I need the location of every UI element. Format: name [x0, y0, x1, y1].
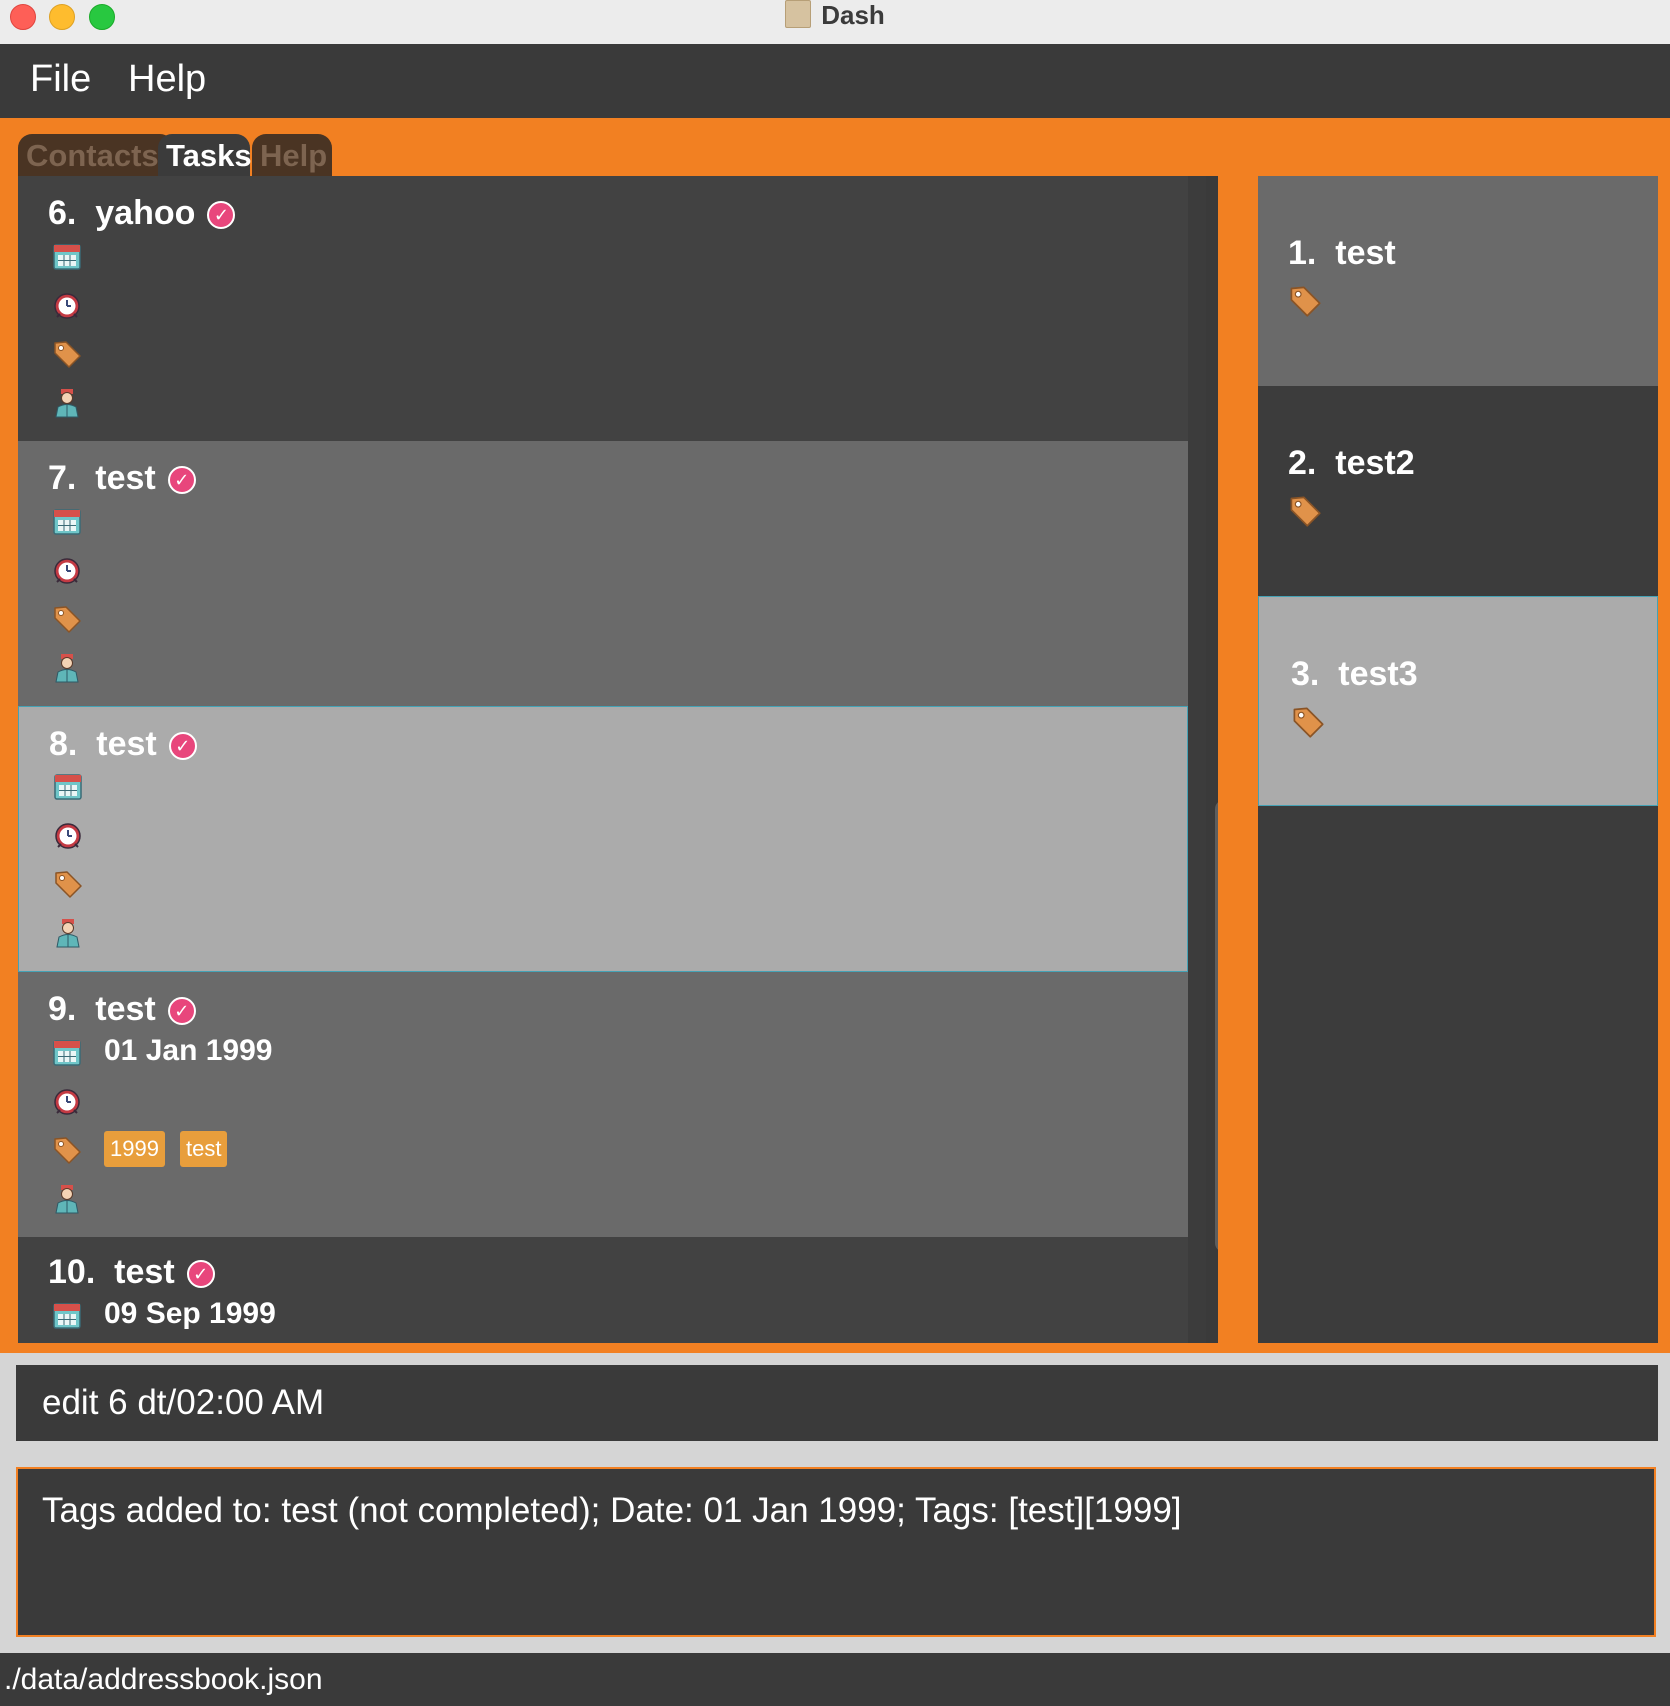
check-circle-icon: ✓: [207, 201, 236, 229]
tag-list-index: 3.: [1291, 655, 1320, 693]
task-name: test: [95, 459, 156, 497]
menu-help[interactable]: Help: [128, 58, 206, 101]
command-box: edit 6 dt/02:00 AM: [0, 1353, 1670, 1453]
person-icon: [53, 918, 83, 948]
task-card-10[interactable]: 10. test ✓ 09 Sep 1999: [18, 1237, 1188, 1343]
tag-chip: test: [180, 1131, 228, 1167]
alarm-clock-icon: [53, 820, 83, 850]
command-input-field[interactable]: edit 6 dt/02:00 AM: [16, 1365, 1658, 1441]
check-circle-icon: ✓: [167, 466, 196, 494]
check-circle-icon: ✓: [186, 1260, 215, 1288]
task-title: 10. test ✓: [48, 1253, 215, 1292]
task-name: test: [114, 1253, 175, 1291]
tag-list-title: 3. test3: [1291, 655, 1418, 694]
calendar-icon: [52, 241, 82, 271]
tag-list-item-2[interactable]: 2. test2: [1258, 386, 1658, 596]
result-display: Tags added to: test (not completed); Dat…: [0, 1453, 1670, 1653]
tag-list-panel: 1. test 2. test2 3. test3: [1258, 176, 1658, 1343]
tag-list-index: 1.: [1288, 234, 1317, 272]
tag-icon: [53, 869, 83, 899]
task-date: 09 Sep 1999: [104, 1297, 276, 1330]
task-title: 7. test ✓: [48, 459, 196, 498]
scrollbar-thumb[interactable]: [1215, 800, 1218, 1252]
tab-help[interactable]: Help: [252, 134, 332, 176]
task-title: 8. test ✓: [49, 725, 197, 764]
title-bar: Dash: [0, 0, 1670, 45]
command-input-value[interactable]: edit 6 dt/02:00 AM: [42, 1383, 324, 1423]
task-card-6[interactable]: 6. yahoo ✓: [18, 176, 1188, 441]
calendar-icon: [53, 771, 83, 801]
calendar-icon: [52, 506, 82, 536]
task-list[interactable]: 6. yahoo ✓ 7. test ✓ 8. test ✓ 9. test ✓…: [18, 176, 1218, 1343]
task-index: 7.: [48, 459, 77, 497]
tag-icon: [52, 604, 82, 634]
main-panel: Contacts Tasks Help 6. yahoo ✓ 7. test ✓: [0, 118, 1670, 1353]
task-list-scrollbar[interactable]: [1206, 176, 1218, 1343]
task-index: 9.: [48, 990, 77, 1028]
person-icon: [52, 653, 82, 683]
status-bar: ./data/addressbook.json: [0, 1653, 1670, 1706]
window-title-text: Dash: [821, 0, 885, 30]
app-icon: [785, 0, 812, 28]
task-title: 6. yahoo ✓: [48, 194, 236, 233]
tag-chip: 1999: [104, 1131, 165, 1167]
task-card-7[interactable]: 7. test ✓: [18, 441, 1188, 706]
calendar-icon: [52, 1300, 82, 1330]
tab-contacts[interactable]: Contacts: [18, 134, 174, 176]
task-title: 9. test ✓: [48, 990, 196, 1029]
alarm-clock-icon: [52, 555, 82, 585]
task-index: 6.: [48, 194, 77, 232]
tag-icon: [52, 339, 82, 369]
person-icon: [52, 388, 82, 418]
tag-list-name: test2: [1335, 444, 1415, 482]
tab-tasks[interactable]: Tasks: [158, 134, 252, 176]
task-index: 8.: [49, 725, 78, 763]
tag-list-index: 2.: [1288, 444, 1317, 482]
result-message: Tags added to: test (not completed); Dat…: [42, 1491, 1182, 1530]
calendar-icon: [52, 1037, 82, 1067]
tag-icon: [1291, 705, 1325, 739]
task-name: yahoo: [95, 194, 196, 232]
tag-list-item-3[interactable]: 3. test3: [1258, 596, 1658, 806]
task-card-9[interactable]: 9. test ✓ 01 Jan 1999 1999 test: [18, 972, 1188, 1237]
tag-list-name: test: [1335, 234, 1396, 272]
person-icon: [52, 1184, 82, 1214]
check-circle-icon: ✓: [167, 997, 196, 1025]
save-location-path: ./data/addressbook.json: [4, 1663, 323, 1696]
alarm-clock-icon: [52, 1086, 82, 1116]
menu-bar: File Help: [0, 44, 1670, 118]
task-card-8[interactable]: 8. test ✓: [18, 706, 1188, 972]
alarm-clock-icon: [52, 290, 82, 320]
task-name: test: [96, 725, 157, 763]
result-text-area[interactable]: Tags added to: test (not completed); Dat…: [16, 1467, 1656, 1637]
menu-file[interactable]: File: [30, 58, 91, 101]
tag-icon: [1288, 284, 1322, 318]
tag-list-title: 1. test: [1288, 234, 1396, 273]
task-date: 01 Jan 1999: [104, 1034, 273, 1067]
task-index: 10.: [48, 1253, 96, 1291]
tag-list-title: 2. test2: [1288, 444, 1415, 483]
tag-list-item-1[interactable]: 1. test: [1258, 176, 1658, 386]
window-title: Dash: [0, 0, 1670, 30]
tag-icon: [52, 1135, 82, 1165]
check-circle-icon: ✓: [168, 732, 197, 760]
tag-list-name: test3: [1338, 655, 1418, 693]
task-name: test: [95, 990, 156, 1028]
tag-icon: [1288, 494, 1322, 528]
